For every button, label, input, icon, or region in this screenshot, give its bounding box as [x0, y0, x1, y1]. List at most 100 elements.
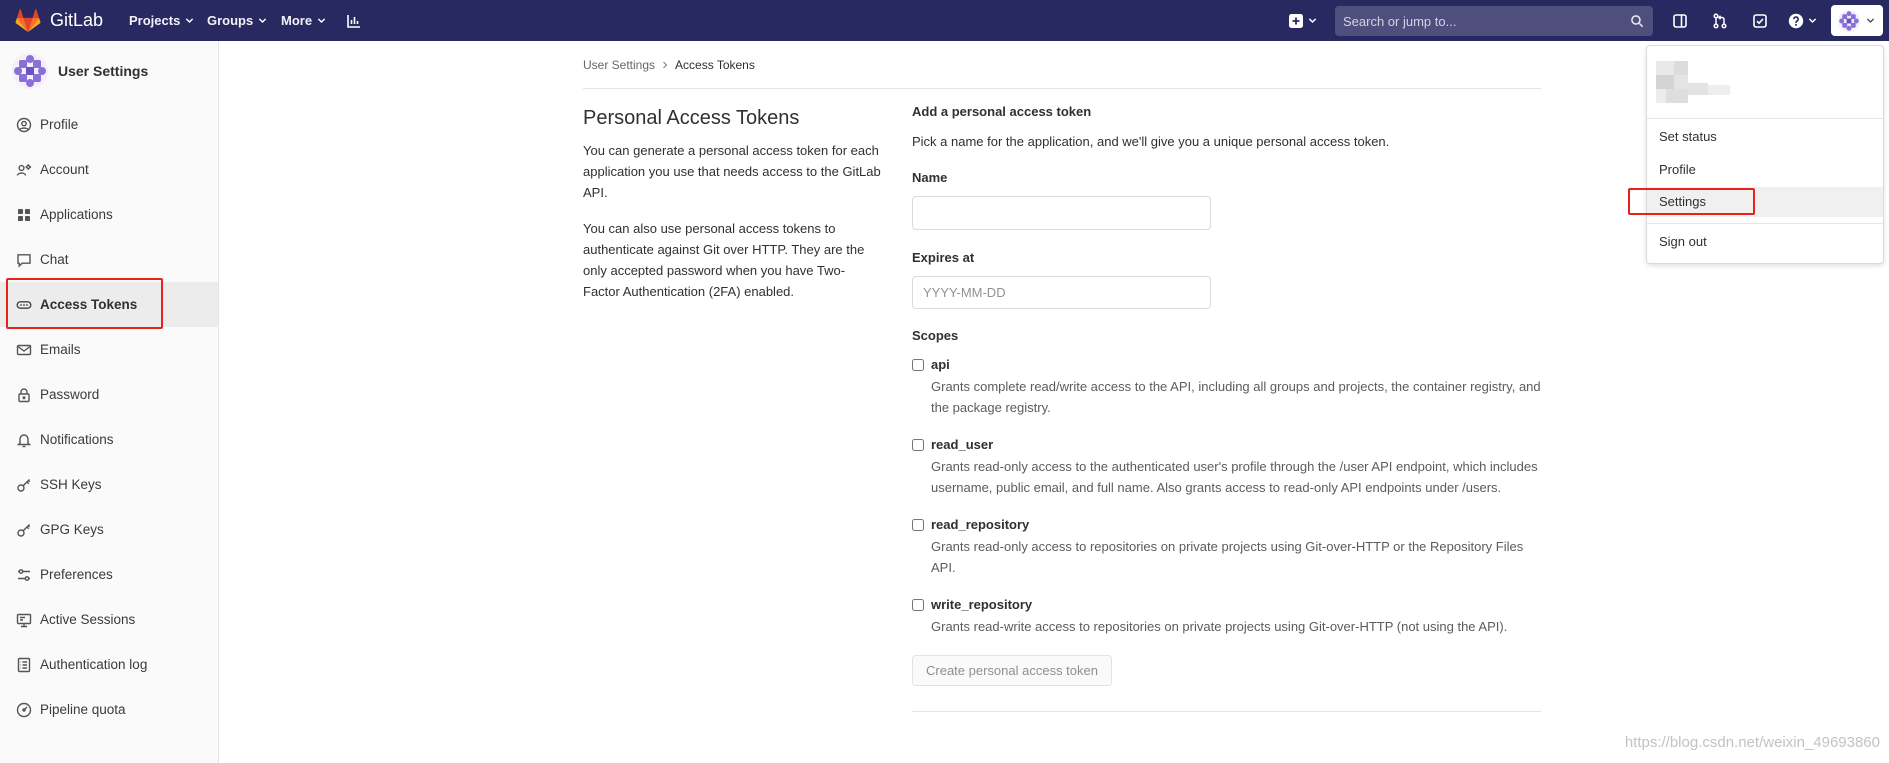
user-avatar[interactable] — [12, 53, 48, 89]
breadcrumb-user-settings[interactable]: User Settings — [583, 58, 655, 72]
help-dropdown[interactable] — [1788, 0, 1817, 41]
sidebar-item-label: SSH Keys — [40, 477, 102, 492]
merge-request-icon — [1713, 12, 1727, 29]
chat-icon — [17, 253, 31, 268]
scope-name[interactable]: read_repository — [931, 515, 1029, 535]
chevron-down-icon — [317, 18, 326, 24]
sidebar-item-label: Preferences — [40, 567, 113, 582]
bell-icon — [16, 433, 32, 447]
menu-profile[interactable]: Profile — [1647, 156, 1883, 184]
create-token-button[interactable]: Create personal access token — [912, 654, 1112, 686]
gitlab-logo-icon[interactable] — [15, 8, 41, 33]
sidebar-item-label: Chat — [40, 252, 69, 267]
chevron-down-icon — [259, 18, 267, 24]
watermark: https://blog.csdn.net/weixin_49693860 — [1624, 734, 1880, 751]
profile-icon — [16, 117, 32, 132]
help-icon — [1788, 13, 1804, 28]
sidebar-item-label: Applications — [40, 207, 113, 222]
breadcrumb-divider — [583, 88, 1541, 89]
form-description: Pick a name for the application, and we'… — [912, 134, 1390, 149]
scope-name[interactable]: write_repository — [931, 595, 1032, 615]
chevron-down-icon — [1308, 18, 1317, 24]
sidebar-item-authentication-log[interactable]: Authentication log — [0, 642, 218, 687]
sidebar-item-label: Emails — [40, 342, 81, 357]
scope-write-repository: write_repository Grants read-write acces… — [912, 595, 1541, 638]
nav-projects-label: Projects — [129, 13, 181, 28]
breadcrumb: User Settings Access Tokens — [583, 55, 755, 75]
brand-name[interactable]: GitLab — [50, 0, 103, 41]
scope-description: Grants read-only access to repositories … — [931, 539, 1524, 575]
account-icon — [16, 163, 32, 176]
personal-access-token-form: Add a personal access token Pick a name … — [912, 100, 1541, 712]
sidebar-item-emails[interactable]: Emails — [0, 327, 218, 372]
scope-read-user-checkbox[interactable] — [912, 439, 924, 451]
scope-description: Grants read-only access to the authentic… — [931, 459, 1538, 495]
sidebar-item-label: Password — [40, 387, 100, 402]
scope-description: Grants read-write access to repositories… — [931, 619, 1508, 634]
sidebar-item-label: Pipeline quota — [40, 702, 126, 717]
scope-name[interactable]: api — [931, 355, 950, 375]
nav-projects[interactable]: Projects — [129, 0, 194, 41]
key-icon — [17, 478, 31, 492]
name-label: Name — [912, 170, 948, 185]
new-item-dropdown[interactable] — [1288, 0, 1317, 41]
issues-button[interactable] — [1672, 0, 1688, 41]
search-box[interactable] — [1335, 6, 1653, 36]
menu-set-status[interactable]: Set status — [1647, 123, 1883, 151]
todos-button[interactable] — [1752, 0, 1768, 41]
top-navbar: GitLab Projects Groups More — [0, 0, 1889, 41]
sidebar-item-profile[interactable]: Profile — [0, 102, 218, 147]
scope-name[interactable]: read_user — [931, 435, 993, 455]
sidebar-menu: Profile Account Applications Chat Access… — [0, 102, 218, 732]
todo-icon — [1753, 13, 1767, 28]
mail-icon — [16, 344, 32, 355]
form-bottom-divider — [912, 710, 1541, 712]
user-avatar — [1838, 9, 1860, 32]
preferences-icon — [18, 568, 30, 581]
search-icon — [1631, 15, 1644, 28]
menu-settings[interactable]: Settings — [1647, 187, 1883, 217]
intro-paragraph: You can generate a personal access token… — [583, 143, 881, 200]
sidebar-item-active-sessions[interactable]: Active Sessions — [0, 597, 218, 642]
scope-description: Grants complete read/write access to the… — [931, 379, 1541, 415]
sidebar-item-label: Access Tokens — [40, 297, 138, 312]
token-name-input[interactable] — [912, 196, 1211, 230]
sidebar-item-password[interactable]: Password — [0, 372, 218, 417]
scope-write-repository-checkbox[interactable] — [912, 599, 924, 611]
plus-square-icon — [1289, 13, 1303, 28]
redacted-user-info — [1656, 61, 1730, 103]
sidebar-item-gpg-keys[interactable]: GPG Keys — [0, 507, 218, 552]
intro-paragraph: You can also use personal access tokens … — [583, 221, 865, 299]
expires-at-input[interactable] — [912, 276, 1211, 309]
user-menu-button[interactable] — [1831, 5, 1883, 36]
monitor-icon — [16, 613, 32, 627]
menu-sign-out[interactable]: Sign out — [1647, 228, 1883, 256]
applications-icon — [18, 208, 30, 221]
activity-button[interactable] — [346, 0, 362, 41]
merge-requests-button[interactable] — [1712, 0, 1728, 41]
sidebar-item-ssh-keys[interactable]: SSH Keys — [0, 462, 218, 507]
scope-read-repository-checkbox[interactable] — [912, 519, 924, 531]
breadcrumb-access-tokens[interactable]: Access Tokens — [675, 58, 755, 72]
nav-groups[interactable]: Groups — [207, 0, 267, 41]
sidebar-item-notifications[interactable]: Notifications — [0, 417, 218, 462]
expires-label: Expires at — [912, 250, 975, 265]
issues-icon — [1673, 13, 1687, 28]
sidebar-item-preferences[interactable]: Preferences — [0, 552, 218, 597]
sidebar-item-chat[interactable]: Chat — [0, 237, 218, 282]
nav-groups-label: Groups — [207, 13, 254, 28]
sidebar-item-applications[interactable]: Applications — [0, 192, 218, 237]
token-icon — [16, 300, 32, 309]
nav-more[interactable]: More — [281, 0, 326, 41]
scope-api-checkbox[interactable] — [912, 359, 924, 371]
activity-chart-icon — [347, 14, 360, 28]
sidebar-item-pipeline-quota[interactable]: Pipeline quota — [0, 687, 218, 732]
search-input[interactable] — [1335, 6, 1653, 36]
scope-read-repository: read_repository Grants read-only access … — [912, 515, 1541, 578]
sidebar-item-label: Authentication log — [40, 657, 148, 672]
sidebar-title[interactable]: User Settings — [58, 61, 148, 81]
sidebar-item-access-tokens[interactable]: Access Tokens — [0, 282, 218, 327]
sidebar-item-label: Active Sessions — [40, 612, 136, 627]
nav-more-label: More — [281, 13, 313, 28]
sidebar-item-account[interactable]: Account — [0, 147, 218, 192]
